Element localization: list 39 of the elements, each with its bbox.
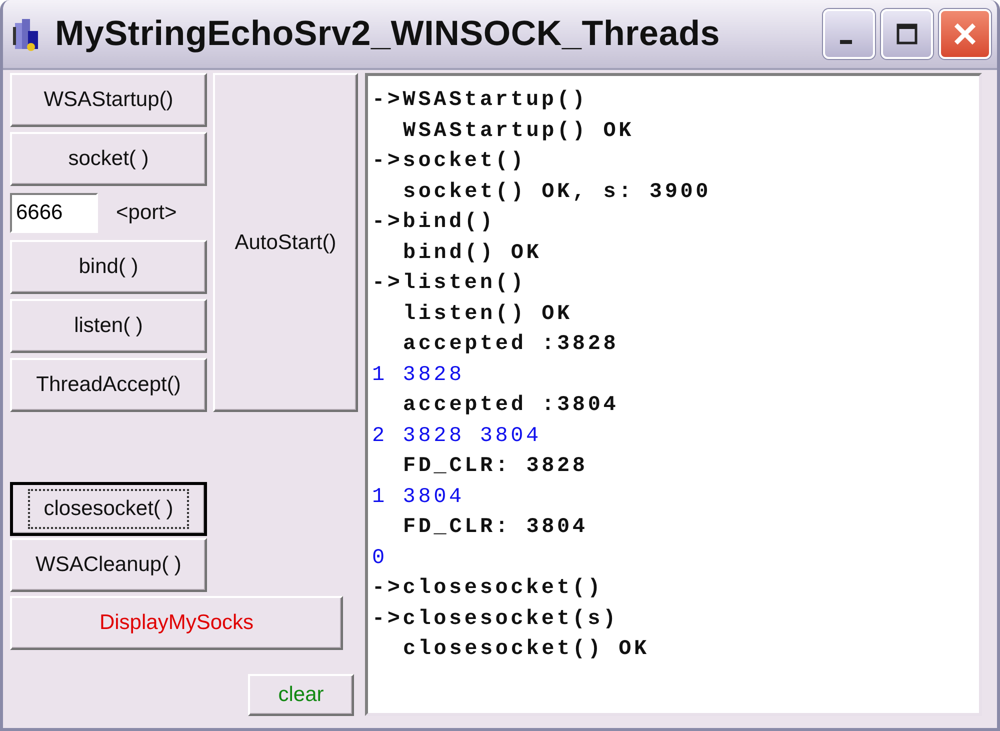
log-line: accepted :3828 xyxy=(402,332,620,358)
action-button[interactable]: closesocket( ) xyxy=(10,482,207,536)
action-button[interactable]: listen( ) xyxy=(10,299,207,353)
log-line: 0 xyxy=(372,546,388,572)
close-button[interactable] xyxy=(939,9,991,59)
log-line: 1 3804 xyxy=(372,484,466,510)
maximize-icon xyxy=(896,23,918,45)
action-button[interactable]: ThreadAccept() xyxy=(10,358,207,412)
autostart-button[interactable]: AutoStart() xyxy=(213,73,358,412)
log-line: WSAStartup() OK xyxy=(402,118,636,144)
log-line: ->socket() xyxy=(372,149,528,175)
log-line: ->closesocket() xyxy=(372,576,604,602)
log-line: socket() OK, s: 3900 xyxy=(402,180,712,206)
log-line: FD_CLR: 3804 xyxy=(402,515,589,541)
log-line: 2 3828 3804 xyxy=(372,424,542,450)
log-line: listen() OK xyxy=(402,302,574,328)
action-button[interactable]: WSAStartup() xyxy=(10,73,207,127)
minimize-icon xyxy=(840,40,852,44)
maximize-button[interactable] xyxy=(881,9,933,59)
close-icon xyxy=(952,21,978,47)
log-line: closesocket() OK xyxy=(402,637,650,663)
log-line: accepted :3804 xyxy=(402,393,620,419)
log-line: ->closesocket(s) xyxy=(372,606,620,632)
port-label: <port> xyxy=(116,201,177,225)
log-line: ->bind() xyxy=(372,210,496,236)
display-sockets-button[interactable]: DisplayMySocks xyxy=(10,596,343,650)
log-line: ->listen() xyxy=(372,271,528,297)
log-line: FD_CLR: 3828 xyxy=(402,454,589,480)
log-line: bind() OK xyxy=(402,240,543,266)
app-icon xyxy=(13,17,41,51)
clear-button[interactable]: clear xyxy=(248,674,354,716)
action-button[interactable]: bind( ) xyxy=(10,240,207,294)
log-line: ->WSAStartup() xyxy=(372,88,589,114)
action-button[interactable]: socket( ) xyxy=(10,132,207,186)
action-button[interactable]: WSACleanup( ) xyxy=(10,538,207,592)
minimize-button[interactable] xyxy=(823,9,875,59)
port-input[interactable]: 6666 xyxy=(10,193,98,233)
log-line: 1 3828 xyxy=(372,362,466,388)
window-title: MyStringEchoSrv2_WINSOCK_Threads xyxy=(55,14,722,54)
